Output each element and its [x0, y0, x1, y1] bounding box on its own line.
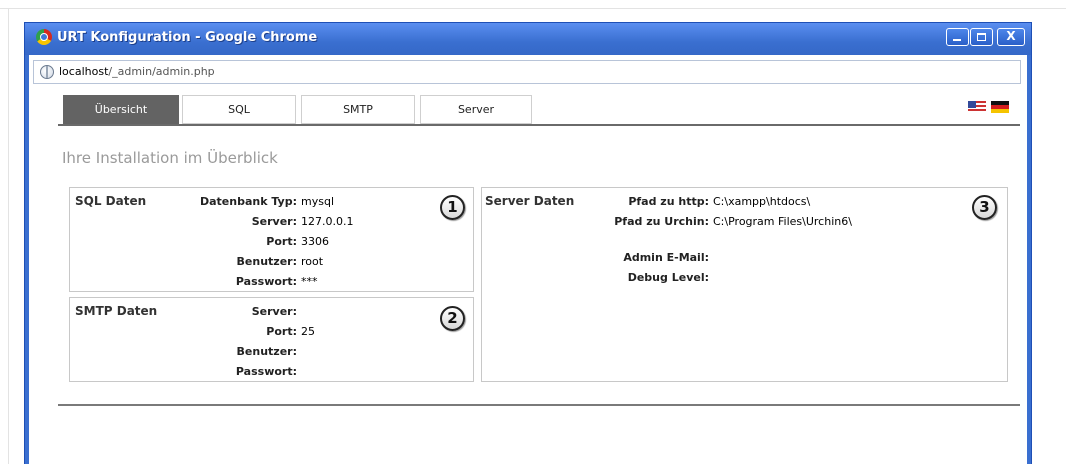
server-data-panel: Server Daten Pfad zu http: C:\xampp\htdo…	[481, 187, 1008, 382]
tab-server[interactable]: Server	[420, 95, 532, 124]
globe-icon	[40, 65, 54, 79]
url-host: localhost	[59, 65, 109, 78]
page-top-divider	[0, 8, 1066, 9]
row-key: Passwort:	[235, 365, 297, 378]
row-key: Server:	[251, 215, 297, 228]
title-bar[interactable]: URT Konfiguration - Google Chrome X	[25, 23, 1031, 55]
row-key: Port:	[266, 325, 297, 338]
server-value-http: C:\xampp\htdocs\	[713, 195, 811, 208]
callout-3: 3	[972, 195, 997, 220]
row-key: Port:	[266, 235, 297, 248]
minimize-button[interactable]	[946, 28, 969, 46]
callout-1: 1	[440, 195, 465, 220]
sql-value-type: mysql	[301, 195, 334, 208]
smtp-data-panel: SMTP Daten Server: Port: 25 Benutzer: Pa…	[69, 297, 474, 382]
row-key: Passwort:	[235, 275, 297, 288]
chrome-icon	[36, 29, 52, 45]
maximize-icon	[977, 33, 986, 41]
row-key: Benutzer:	[236, 255, 297, 268]
maximize-button[interactable]	[970, 28, 993, 46]
smtp-panel-title: SMTP Daten	[75, 304, 158, 318]
tab-sql[interactable]: SQL	[182, 95, 296, 124]
row-key: Pfad zu Urchin:	[614, 215, 709, 228]
page-left-divider	[8, 8, 9, 464]
row-key: Benutzer:	[236, 345, 297, 358]
callout-2: 2	[440, 306, 465, 331]
server-value-urchin: C:\Program Files\Urchin6\	[713, 215, 852, 228]
section-title: Ihre Installation im Überblick	[62, 149, 278, 167]
tab-smtp[interactable]: SMTP	[301, 95, 415, 124]
smtp-value-port: 25	[301, 325, 315, 338]
minimize-icon	[953, 39, 961, 41]
row-key: Server:	[251, 305, 297, 318]
german-flag-icon[interactable]	[991, 101, 1009, 113]
sql-value-server: 127.0.0.1	[301, 215, 354, 228]
close-icon: X	[1006, 29, 1016, 43]
row-key: Pfad zu http:	[628, 195, 709, 208]
sql-panel-title: SQL Daten	[75, 194, 147, 208]
server-panel-title: Server Daten	[485, 194, 575, 208]
row-key: Admin E-Mail:	[623, 251, 709, 264]
row-key: Debug Level:	[627, 271, 709, 284]
url-path: /_admin/admin.php	[108, 65, 215, 78]
row-key: Datenbank Typ:	[199, 195, 297, 208]
window-title: URT Konfiguration - Google Chrome	[57, 30, 318, 45]
tab-uebersicht[interactable]: Übersicht	[63, 95, 179, 124]
footer-divider	[58, 404, 1020, 406]
sql-value-password: ***	[301, 275, 318, 288]
close-button[interactable]: X	[997, 28, 1025, 46]
tab-underline	[58, 124, 1020, 126]
sql-data-panel: SQL Daten Datenbank Typ: mysql Server: 1…	[69, 187, 474, 292]
url-text[interactable]: localhost/_admin/admin.php	[59, 65, 215, 78]
sql-value-user: root	[301, 255, 324, 268]
english-flag-icon[interactable]	[968, 101, 986, 113]
address-bar[interactable]: localhost/_admin/admin.php	[33, 60, 1021, 84]
sql-value-port: 3306	[301, 235, 329, 248]
